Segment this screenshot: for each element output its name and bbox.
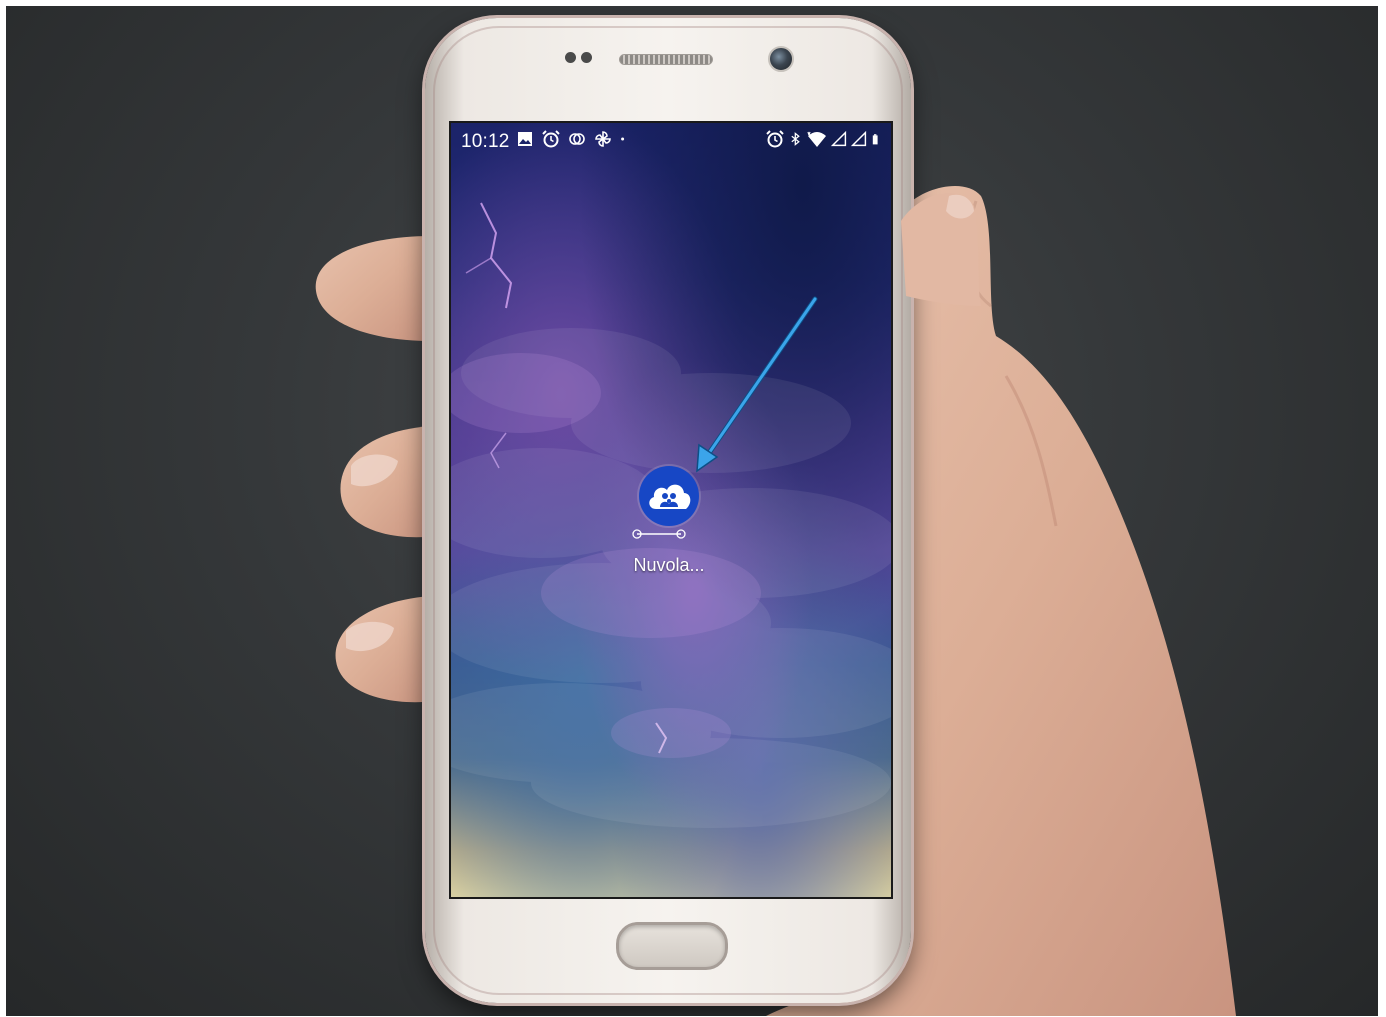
hand-front xyxy=(901,193,981,306)
photo-scene: 10:12 Nuvola... xyxy=(6,6,1378,1016)
